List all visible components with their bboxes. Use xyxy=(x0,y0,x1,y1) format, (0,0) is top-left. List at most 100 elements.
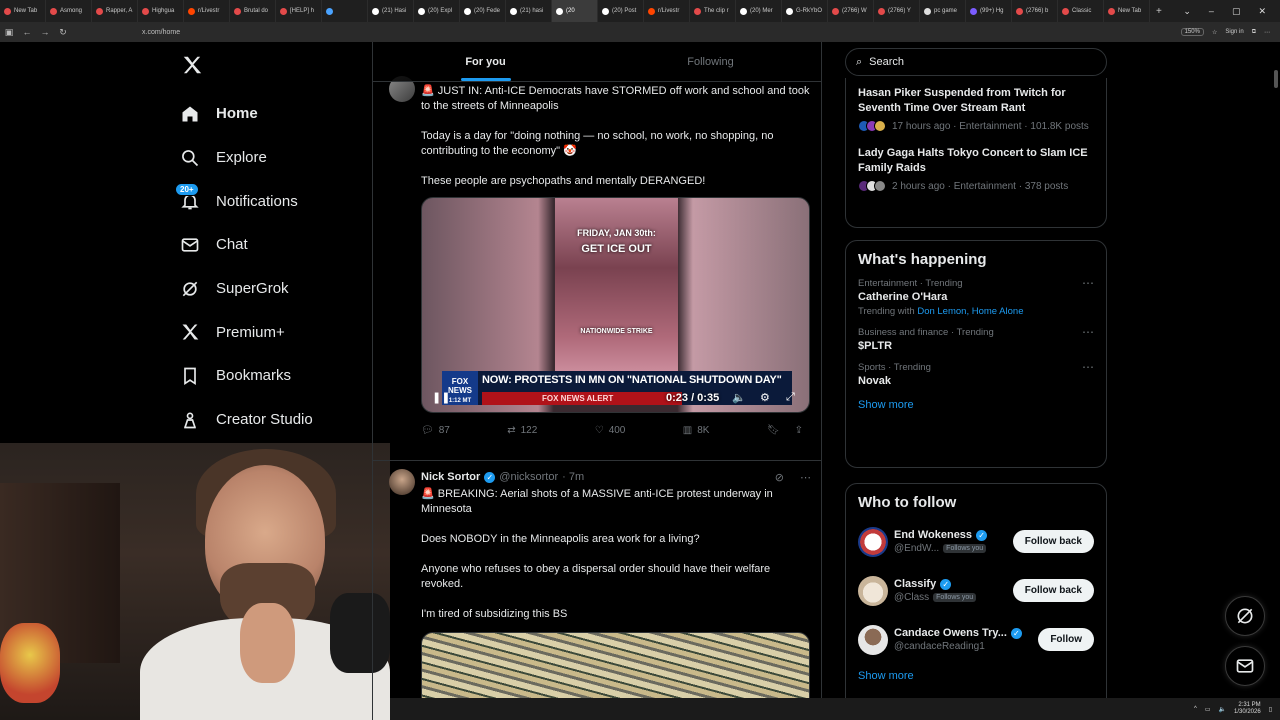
sidebar-item-chat[interactable]: Chat xyxy=(170,223,370,267)
trend-item[interactable]: Entertainment · Trending Catherine O'Har… xyxy=(846,274,1106,323)
zoom-level[interactable]: 150% xyxy=(1180,28,1204,36)
browser-tab[interactable]: (2766) Y xyxy=(874,0,920,22)
post-card[interactable]: Nick Sortor ✓ @nicksortor · 7m ⊘ ⋯ 🚨 BRE… xyxy=(373,460,821,712)
browser-menu-icon[interactable]: ⋯ xyxy=(1264,29,1270,36)
avatar[interactable] xyxy=(858,526,888,557)
browser-tab[interactable]: (99+) Hg xyxy=(966,0,1012,22)
bookmark-icon[interactable]: 🔖︎ xyxy=(767,425,780,436)
views-button[interactable]: ▥ 8K xyxy=(683,425,710,436)
browser-tab[interactable]: Asmong xyxy=(46,0,92,22)
browser-tab[interactable]: Rapper, A xyxy=(92,0,138,22)
browser-tab[interactable]: (21) hasi xyxy=(506,0,552,22)
browser-tab[interactable]: Classic xyxy=(1058,0,1104,22)
search-input[interactable]: ⌕ Search xyxy=(845,48,1107,76)
browser-tab[interactable]: (2766) b xyxy=(1012,0,1058,22)
browser-tab[interactable]: r/Livestr xyxy=(644,0,690,22)
browser-tab[interactable]: pc game xyxy=(920,0,966,22)
browser-tab[interactable]: (20 xyxy=(552,0,598,22)
x-logo[interactable] xyxy=(181,52,370,80)
system-clock[interactable]: 2:31 PM 1/30/2026 xyxy=(1234,702,1261,716)
news-item[interactable]: Hasan Piker Suspended from Twitch for Se… xyxy=(846,78,1106,132)
grok-fab-button[interactable] xyxy=(1225,596,1265,636)
volume-icon[interactable]: 🔈 xyxy=(732,391,746,404)
messages-fab-button[interactable] xyxy=(1225,646,1265,686)
share-icon[interactable]: ⇪ xyxy=(795,425,803,436)
sidebar-item-notifications[interactable]: 20+ Notifications xyxy=(170,179,370,223)
back-icon[interactable]: ← xyxy=(18,27,36,37)
pause-icon[interactable]: ❚❚ xyxy=(432,391,450,404)
notification-center-icon[interactable]: ▯ xyxy=(1269,706,1272,713)
browser-tab[interactable]: r/Livestr xyxy=(184,0,230,22)
browser-tab[interactable]: G-RkYbO xyxy=(782,0,828,22)
new-tab-button[interactable]: + xyxy=(1150,6,1168,17)
follow-suggestion[interactable]: Classify ✓ @Class Follows you Follow back xyxy=(846,566,1106,615)
extensions-icon[interactable]: ⧉ xyxy=(1252,29,1256,36)
avatar[interactable] xyxy=(858,624,888,655)
sidebar-item-supergrok[interactable]: SuperGrok xyxy=(170,267,370,311)
trend-with-links[interactable]: Don Lemon, Home Alone xyxy=(917,306,1023,317)
browser-tab[interactable]: (20) Post xyxy=(598,0,644,22)
post-author-handle[interactable]: @nicksortor xyxy=(499,471,558,483)
forward-icon[interactable]: → xyxy=(36,27,54,37)
browser-tab[interactable] xyxy=(322,0,368,22)
sidebar-toggle-icon[interactable]: ▣ xyxy=(0,27,18,38)
sidebar-item-creator-studio[interactable]: Creator Studio xyxy=(170,398,370,442)
repost-button[interactable]: ⇄ 122 xyxy=(507,425,537,436)
reply-button[interactable]: 💬︎ 87 xyxy=(421,425,450,436)
browser-tab[interactable]: (21) Hasi xyxy=(368,0,414,22)
sidebar-item-premium[interactable]: Premium+ xyxy=(170,310,370,354)
more-icon[interactable]: ⋯ xyxy=(800,471,811,484)
like-button[interactable]: ♡ 400 xyxy=(595,425,626,436)
follow-back-button[interactable]: Follow back xyxy=(1012,530,1094,553)
show-more-link[interactable]: Show more xyxy=(846,393,1106,417)
more-icon[interactable]: ⋯ xyxy=(1082,360,1094,374)
browser-tab[interactable]: Highgua xyxy=(138,0,184,22)
post-time[interactable]: · 7m xyxy=(562,471,584,483)
sign-in-button[interactable]: Sign in xyxy=(1225,29,1243,35)
browser-tab[interactable]: (20) Fede xyxy=(460,0,506,22)
browser-tab[interactable]: (20) Mer xyxy=(736,0,782,22)
post-video[interactable]: FRIDAY, JAN 30th: GET ICE OUT NATIONWIDE… xyxy=(421,197,810,413)
browser-tab[interactable]: New Tab xyxy=(0,0,46,22)
follow-suggestion[interactable]: Candace Owens Try... ✓ @candaceReading1 F… xyxy=(846,615,1106,664)
sidebar-item-home[interactable]: Home xyxy=(170,92,370,136)
trend-item[interactable]: Business and finance · Trending $PLTR ⋯ xyxy=(846,323,1106,358)
follow-suggestion[interactable]: End Wokeness ✓ @EndW... Follows you Follow… xyxy=(846,517,1106,566)
browser-tab-label: (2766) Y xyxy=(888,8,911,14)
maximize-icon[interactable]: ▢ xyxy=(1232,6,1241,17)
sidebar-item-explore[interactable]: Explore xyxy=(170,136,370,180)
fullscreen-icon[interactable]: ⤢ xyxy=(786,391,795,404)
browser-tab[interactable]: (20) Expl xyxy=(414,0,460,22)
network-icon[interactable]: ▭ xyxy=(1205,706,1211,713)
grok-icon[interactable]: ⊘ xyxy=(775,471,784,484)
volume-tray-icon[interactable]: 🔈 xyxy=(1219,706,1226,713)
settings-icon[interactable]: ⚙ xyxy=(760,391,770,404)
browser-tab[interactable]: [HELP] h xyxy=(276,0,322,22)
trend-item[interactable]: Sports · Trending Novak ⋯ xyxy=(846,358,1106,393)
follow-back-button[interactable]: Follow back xyxy=(1012,579,1094,602)
post-author-avatar[interactable] xyxy=(389,469,415,495)
tab-following[interactable]: Following xyxy=(598,42,821,81)
tray-chevron-icon[interactable]: ^ xyxy=(1194,706,1197,712)
browser-tab[interactable]: (2766) W xyxy=(828,0,874,22)
show-more-link[interactable]: Show more xyxy=(846,664,1106,688)
news-item[interactable]: Lady Gaga Halts Tokyo Concert to Slam IC… xyxy=(846,132,1106,192)
favorite-icon[interactable]: ☆ xyxy=(1212,29,1217,36)
tab-for-you[interactable]: For you xyxy=(373,42,598,81)
sidebar-item-bookmarks[interactable]: Bookmarks xyxy=(170,354,370,398)
browser-tab[interactable]: The clip r xyxy=(690,0,736,22)
post-card[interactable]: 🚨 JUST IN: Anti-ICE Democrats have STORM… xyxy=(373,76,821,439)
follow-button[interactable]: Follow xyxy=(1038,628,1094,651)
avatar[interactable] xyxy=(858,575,888,606)
browser-tab[interactable]: Brutal do xyxy=(230,0,276,22)
url-field[interactable]: x.com/home xyxy=(142,29,180,36)
more-icon[interactable]: ⋯ xyxy=(1082,276,1094,290)
page-scrollbar[interactable] xyxy=(1274,70,1278,88)
tab-list-icon[interactable]: ⌄ xyxy=(1183,6,1191,17)
close-window-icon[interactable]: ✕ xyxy=(1258,6,1266,17)
browser-tab[interactable]: New Tab xyxy=(1104,0,1150,22)
more-icon[interactable]: ⋯ xyxy=(1082,325,1094,339)
post-author-name[interactable]: Nick Sortor xyxy=(421,471,480,483)
reload-icon[interactable]: ↻ xyxy=(54,27,72,38)
minimize-icon[interactable]: – xyxy=(1209,6,1214,16)
